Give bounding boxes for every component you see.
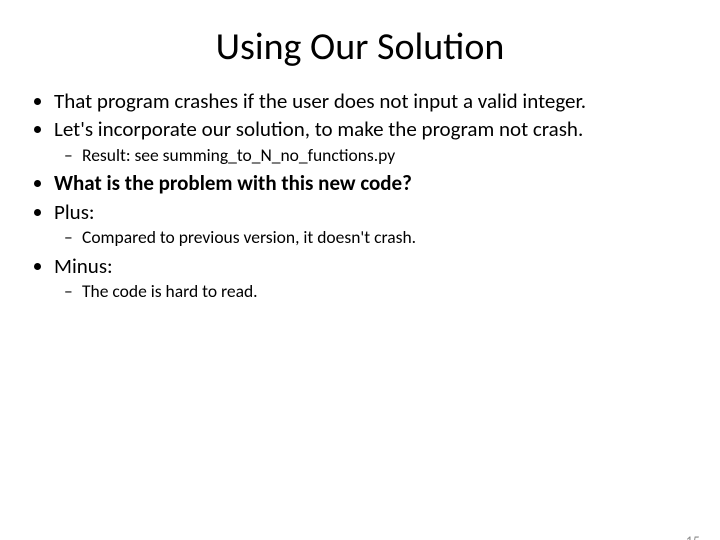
sub-bullet-list: Compared to previous version, it doesn't… — [54, 227, 692, 249]
bullet-item: Let's incorporate our solution, to make … — [54, 116, 692, 166]
sub-bullet-item: Result: see summing_to_N_no_functions.py — [82, 145, 692, 167]
bullet-item-bold: What is the problem with this new code? — [54, 170, 692, 196]
sub-bullet-list: The code is hard to read. — [54, 281, 692, 303]
bullet-list: That program crashes if the user does no… — [28, 88, 692, 303]
bullet-item: Minus: The code is hard to read. — [54, 253, 692, 303]
page-number: 15 — [686, 533, 700, 540]
bullet-text: Minus: — [54, 253, 113, 279]
slide-body: That program crashes if the user does no… — [0, 88, 720, 303]
slide: Using Our Solution That program crashes … — [0, 24, 720, 540]
bullet-text: Let's incorporate our solution, to make … — [54, 116, 583, 142]
sub-bullet-item: The code is hard to read. — [82, 281, 692, 303]
sub-bullet-item: Compared to previous version, it doesn't… — [82, 227, 692, 249]
bullet-item: That program crashes if the user does no… — [54, 88, 692, 114]
slide-title: Using Our Solution — [0, 24, 720, 70]
sub-bullet-list: Result: see summing_to_N_no_functions.py — [54, 145, 692, 167]
bullet-item: Plus: Compared to previous version, it d… — [54, 199, 692, 249]
bullet-text: Plus: — [54, 199, 95, 225]
